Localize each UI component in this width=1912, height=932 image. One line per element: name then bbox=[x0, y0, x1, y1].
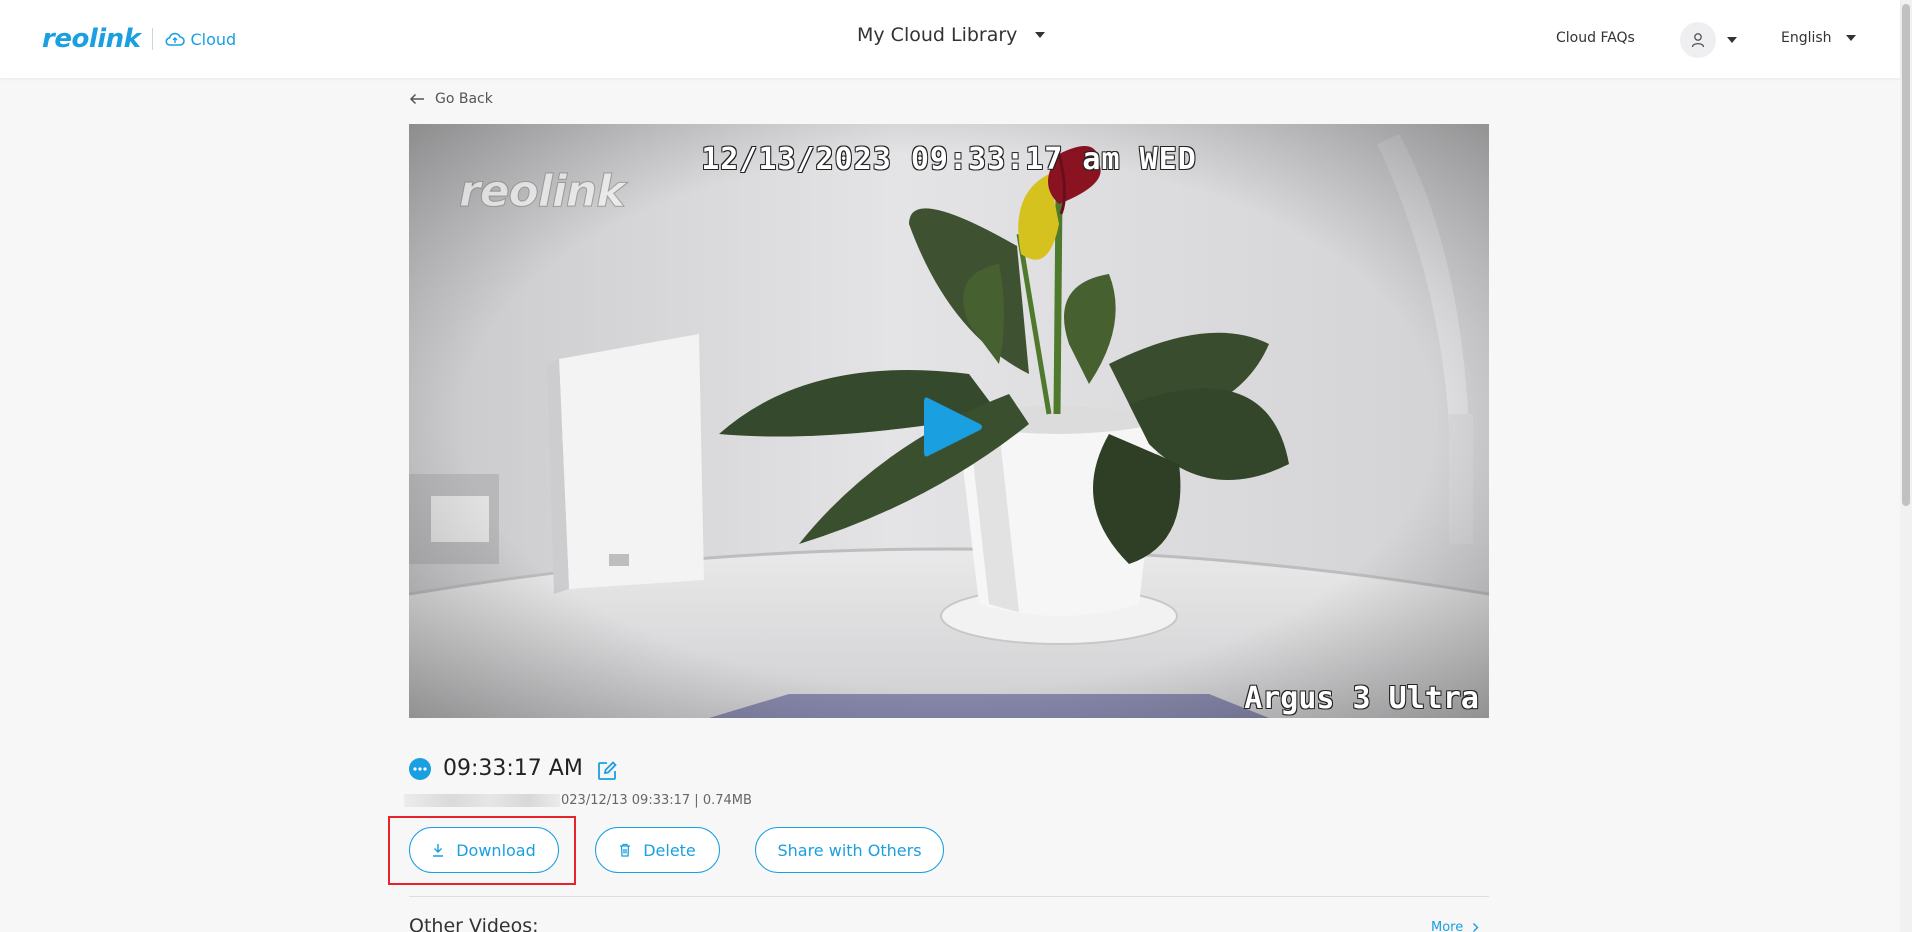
play-icon[interactable] bbox=[922, 394, 984, 460]
account-caret-down-icon[interactable] bbox=[1727, 37, 1737, 43]
user-icon bbox=[1691, 33, 1705, 48]
download-label: Download bbox=[456, 840, 536, 860]
go-back-link[interactable]: Go Back bbox=[409, 91, 493, 107]
edit-icon[interactable] bbox=[597, 760, 617, 781]
ellipsis-icon[interactable] bbox=[409, 757, 431, 780]
share-with-others-button[interactable]: Share with Others bbox=[755, 827, 944, 873]
video-osd-camera-model: Argus 3 Ultra bbox=[1244, 681, 1479, 716]
user-avatar[interactable] bbox=[1680, 22, 1716, 58]
cloud-faqs-link[interactable]: Cloud FAQs bbox=[1556, 30, 1635, 46]
logo-divider bbox=[152, 28, 154, 50]
go-back-label: Go Back bbox=[435, 91, 493, 107]
more-label: More bbox=[1431, 920, 1464, 932]
caret-down-icon bbox=[1035, 32, 1046, 38]
video-osd-timestamp: 12/13/2023 09:33:17 am WED bbox=[701, 142, 1197, 177]
download-icon bbox=[433, 844, 444, 857]
cloud-brand: Cloud bbox=[165, 30, 236, 49]
caret-down-icon bbox=[1845, 35, 1856, 41]
arrow-left-icon bbox=[409, 93, 424, 105]
trash-icon bbox=[620, 843, 631, 857]
logo-wordmark: reolink bbox=[42, 24, 141, 54]
clip-meta: 023/12/13 09:33:17 | 0.74MB bbox=[404, 793, 752, 808]
share-label: Share with Others bbox=[777, 840, 922, 860]
reolink-logo[interactable]: reolink Cloud bbox=[42, 24, 236, 54]
clip-time: 09:33:17 AM bbox=[443, 756, 583, 781]
library-title: My Cloud Library bbox=[857, 24, 1018, 46]
clip-meta-text: 023/12/13 09:33:17 | 0.74MB bbox=[561, 793, 752, 808]
top-header: reolink Cloud My Cloud Library Cloud FAQ… bbox=[0, 0, 1900, 78]
download-button[interactable]: Download bbox=[409, 827, 559, 873]
more-link[interactable]: More bbox=[1431, 920, 1479, 932]
other-videos-title: Other Videos: bbox=[409, 915, 539, 932]
scrollbar-thumb[interactable] bbox=[1902, 4, 1910, 506]
video-player[interactable]: reolink 12/13/2023 09:33:17 am WED Argus… bbox=[409, 124, 1489, 718]
cloud-label: Cloud bbox=[190, 29, 237, 49]
delete-label: Delete bbox=[643, 840, 696, 860]
language-label: English bbox=[1781, 30, 1832, 46]
library-selector[interactable]: My Cloud Library bbox=[857, 24, 1046, 46]
language-selector[interactable]: English bbox=[1781, 30, 1856, 46]
cloud-icon bbox=[165, 32, 186, 46]
chevron-right-icon bbox=[1473, 923, 1479, 932]
clip-info-row: 09:33:17 AM bbox=[409, 756, 617, 781]
delete-button[interactable]: Delete bbox=[595, 827, 720, 873]
redacted-device-name bbox=[404, 794, 560, 807]
section-divider bbox=[409, 896, 1489, 897]
